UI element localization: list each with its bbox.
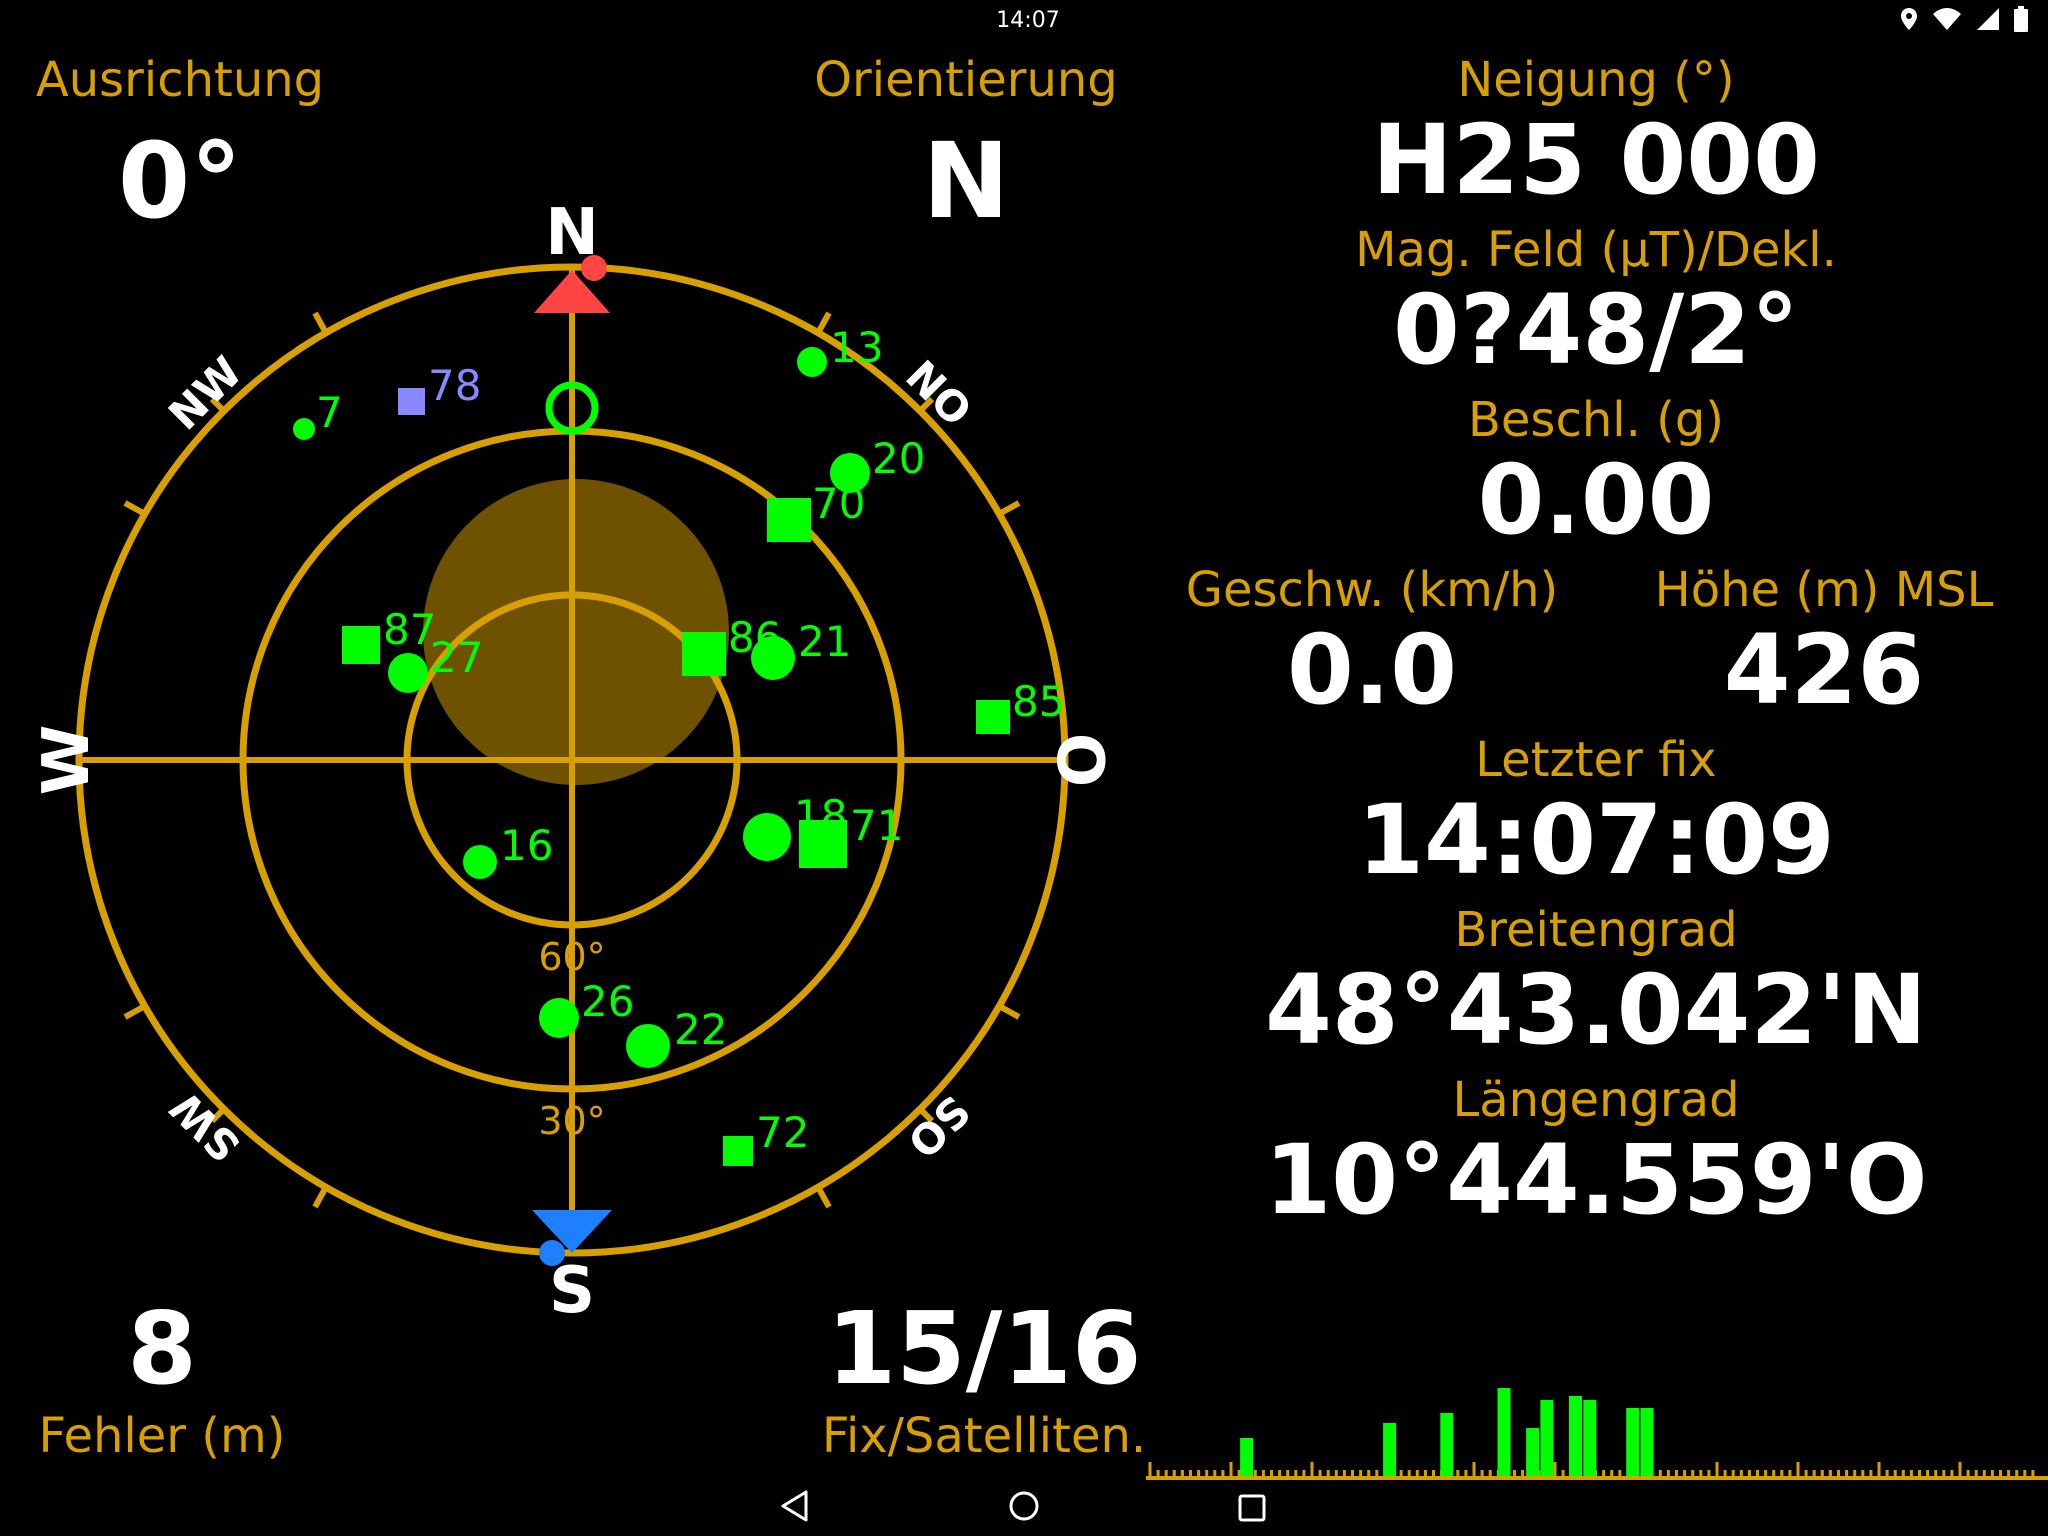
satellite-87[interactable]: 87 xyxy=(342,605,436,664)
satellite-26[interactable]: 26 xyxy=(539,977,634,1038)
signal-bar xyxy=(1383,1423,1397,1478)
satellite-label: 22 xyxy=(674,1005,727,1054)
signal-bar xyxy=(1497,1388,1511,1478)
southwest-label: SW xyxy=(161,1082,250,1171)
recents-icon[interactable] xyxy=(1238,1494,1266,1522)
satellite-label: 20 xyxy=(872,434,925,483)
speed-label: Geschw. (km/h) xyxy=(1185,562,1559,618)
satellite-label: 26 xyxy=(581,977,634,1026)
satellite-label: 21 xyxy=(798,617,851,666)
satellite-label: 72 xyxy=(756,1108,809,1157)
signal-bar xyxy=(1540,1400,1554,1478)
ring-label-30: 30° xyxy=(538,1099,605,1143)
satellite-72[interactable]: 72 xyxy=(723,1108,809,1166)
signal-bars-group xyxy=(1240,1388,1654,1478)
wifi-icon xyxy=(1933,8,1961,30)
status-icons xyxy=(1900,6,2028,32)
sky-plot: N S W O NW NO SW SO 60° 30° 13 20 70 78 … xyxy=(30,196,1116,1328)
signal-bar xyxy=(1583,1400,1597,1478)
tilt-label: Neigung (°) xyxy=(1457,52,1735,108)
tilt-value: H25 000 xyxy=(1372,104,1820,216)
east-label: O xyxy=(1042,733,1116,787)
satellite-label: 87 xyxy=(383,605,436,654)
northeast-label: NO xyxy=(896,351,981,436)
satellite-label: 70 xyxy=(812,479,865,528)
longitude-value: 10°44.559'O xyxy=(1264,1124,1928,1236)
latitude-value: 48°43.042'N xyxy=(1265,954,1927,1066)
satellite-label: 7 xyxy=(316,388,343,437)
battery-icon xyxy=(2014,6,2028,32)
signal-bar xyxy=(1626,1408,1640,1478)
altitude-label: Höhe (m) MSL xyxy=(1654,562,1994,618)
last-fix-value: 14:07:09 xyxy=(1357,784,1835,896)
error-label: Fehler (m) xyxy=(38,1408,286,1464)
signal-bar xyxy=(1240,1438,1254,1478)
accel-label: Beschl. (g) xyxy=(1467,392,1725,448)
signal-strength-chart xyxy=(1146,1388,2048,1480)
satellite-7[interactable]: 7 xyxy=(293,388,343,440)
satellite-16[interactable]: 16 xyxy=(463,821,553,879)
home-icon[interactable] xyxy=(1008,1490,1040,1522)
ring-label-60: 60° xyxy=(538,935,605,979)
accel-value: 0.00 xyxy=(1477,444,1715,556)
back-icon[interactable] xyxy=(780,1490,810,1522)
signal-bar xyxy=(1526,1428,1540,1478)
signal-bar xyxy=(1440,1413,1454,1478)
satellite-label: 78 xyxy=(428,361,481,410)
signal-icon xyxy=(1977,8,1999,30)
longitude-label: Längengrad xyxy=(1452,1072,1740,1128)
north-dot xyxy=(581,255,607,281)
south-dot xyxy=(539,1240,565,1266)
satellite-70[interactable]: 70 xyxy=(767,479,865,542)
southeast-label: SO xyxy=(898,1086,979,1167)
latitude-label: Breitengrad xyxy=(1454,902,1738,958)
satellite-label: 71 xyxy=(850,801,903,850)
location-icon xyxy=(1901,8,1917,30)
speed-value: 0.0 xyxy=(1286,614,1458,726)
signal-bar xyxy=(1569,1396,1582,1478)
altitude-value: 426 xyxy=(1723,614,1925,726)
last-fix-label: Letzter fix xyxy=(1475,732,1717,788)
mag-label: Mag. Feld (µT)/Dekl. xyxy=(1355,222,1837,278)
satellite-label: 13 xyxy=(830,323,883,372)
satellite-label: 16 xyxy=(500,821,553,870)
west-label: W xyxy=(30,725,104,796)
satellite-label: 85 xyxy=(1012,677,1065,726)
satellite-78[interactable]: 78 xyxy=(398,361,481,415)
signal-bar xyxy=(1640,1408,1654,1478)
fix-label: Fix/Satelliten. xyxy=(821,1408,1147,1464)
satellite-85[interactable]: 85 xyxy=(976,677,1065,734)
mag-value: 0?48/2° xyxy=(1393,274,1799,386)
northwest-label: NW xyxy=(159,347,251,439)
satellite-label: 27 xyxy=(430,633,483,682)
